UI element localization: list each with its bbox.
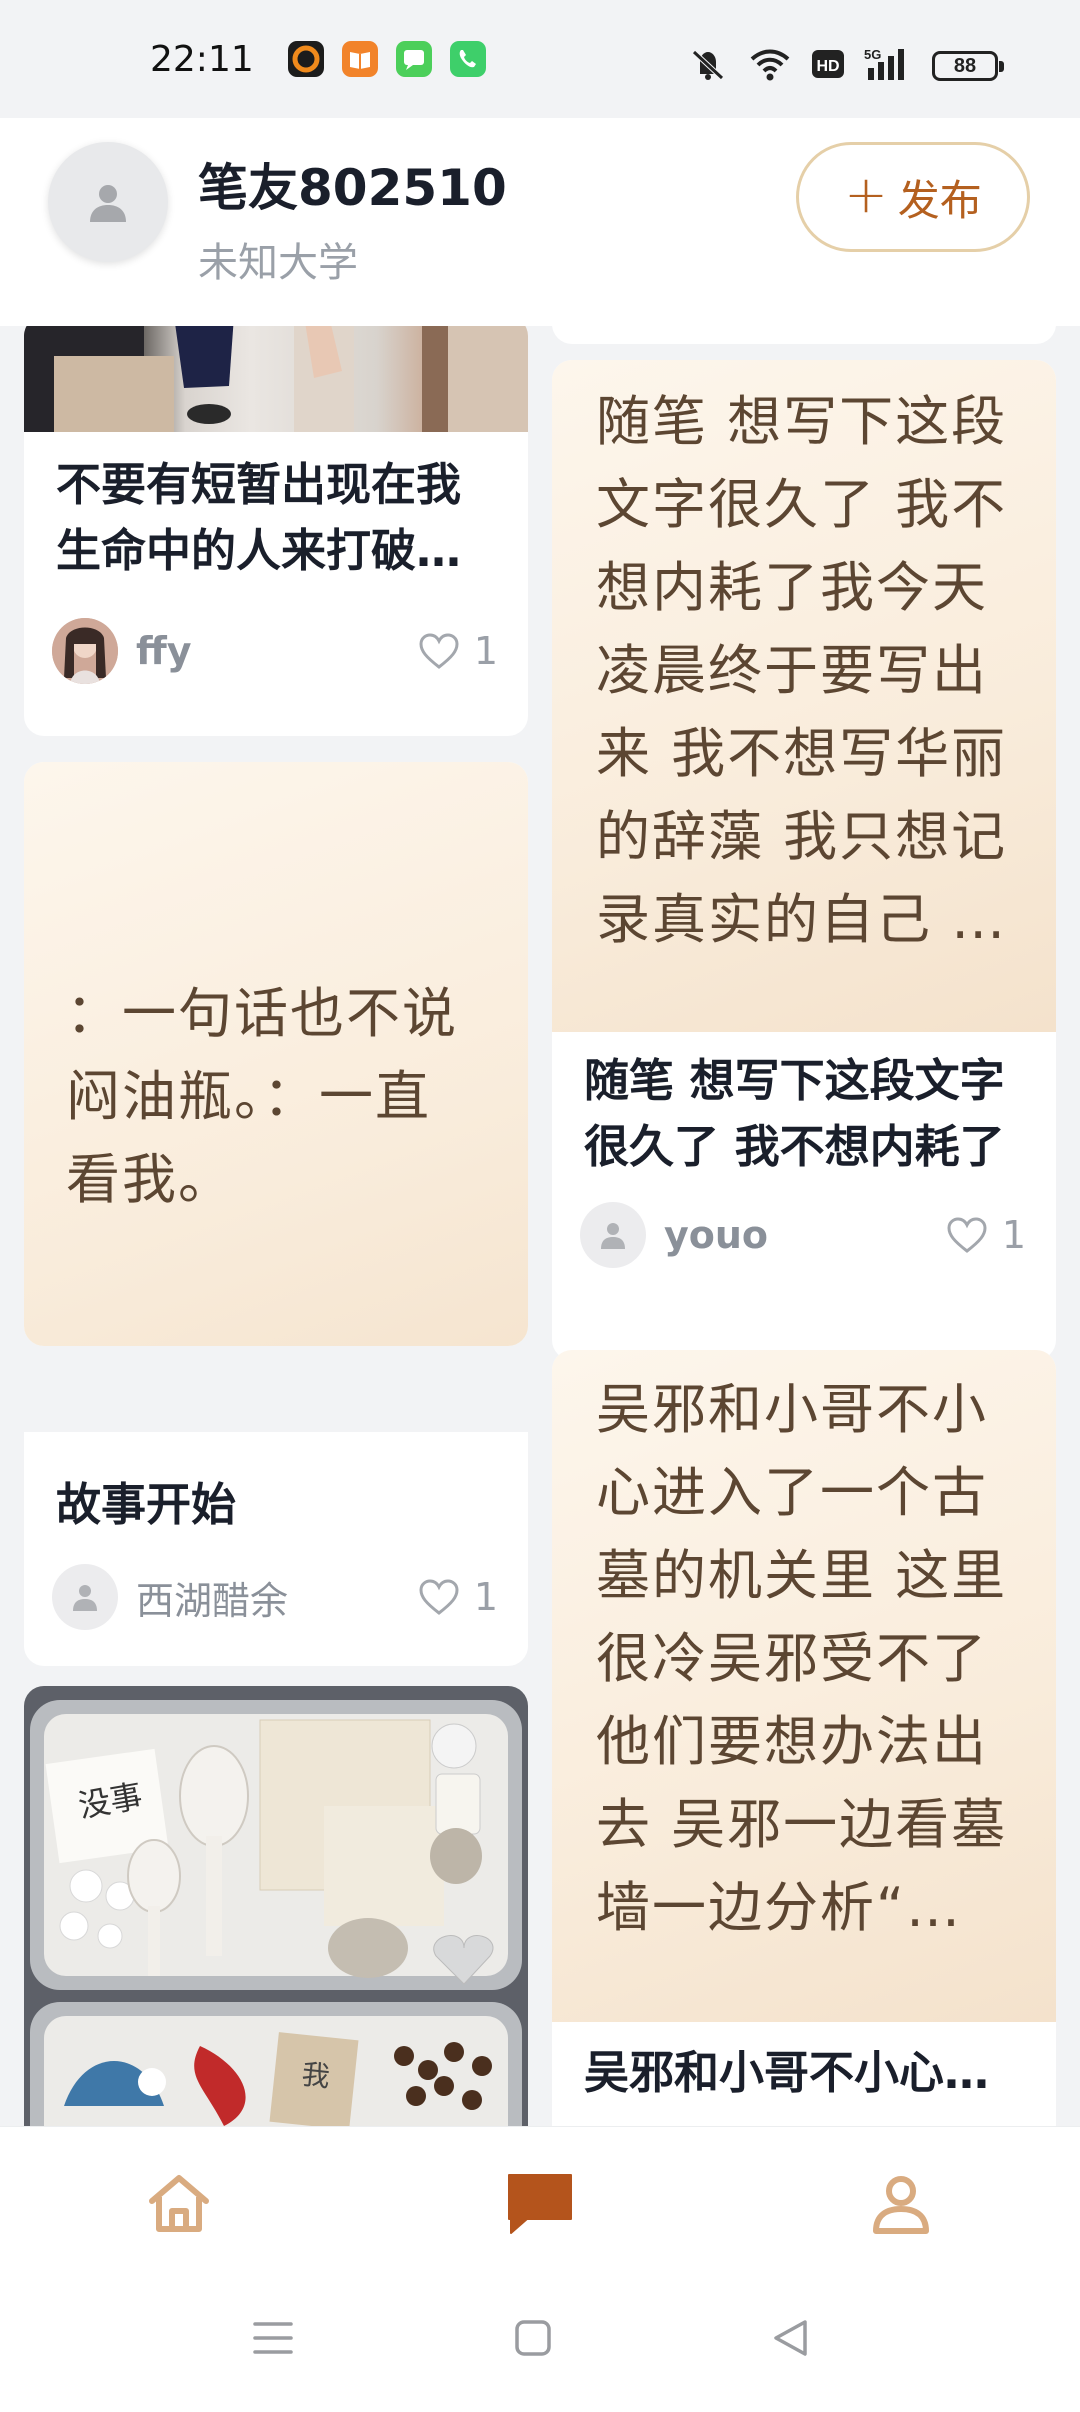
person-icon xyxy=(90,185,126,222)
heart-icon xyxy=(419,1579,459,1615)
post-cover-text: 随笔 想写下这段文字很久了 我不想内耗了我今天凌晨终于要写出来 我不想写华丽的辞… xyxy=(552,360,1056,1032)
5g-signal-icon: 5G xyxy=(864,46,914,86)
heart-icon xyxy=(419,633,459,669)
like-button[interactable]: 1 xyxy=(418,1575,498,1619)
system-icons: HD 5G 88 xyxy=(686,46,1004,86)
author-avatar[interactable] xyxy=(52,1564,118,1630)
like-count: 1 xyxy=(473,1575,498,1619)
post-cover-text: ：一句话也不说 闷油瓶。：一直看我。 xyxy=(24,762,528,1346)
post-title: 不要有短暂出现在我生命中的人来打破我的平静 xyxy=(56,458,462,577)
hd-icon: HD xyxy=(810,46,846,86)
system-nav-bar xyxy=(0,2276,1080,2412)
post-card[interactable]: 吴邪和小哥不小心进入了一个古墓的机关里 这里很冷吴邪受不了他们要想办法出去 吴邪… xyxy=(552,1350,1056,2126)
author-avatar[interactable] xyxy=(580,1202,646,1268)
home-button[interactable] xyxy=(514,2318,552,2358)
post-title: 吴邪和小哥不小心进入了一个古墓的机关里 xyxy=(584,2046,990,2099)
like-button[interactable]: 1 xyxy=(418,629,498,673)
post-meta: youo 1 xyxy=(580,1200,1026,1270)
photo-tag-text: 我 xyxy=(300,2057,332,2094)
avatar[interactable] xyxy=(48,142,168,262)
battery-icon: 88 xyxy=(932,51,1004,81)
post-cover-image xyxy=(24,326,528,432)
music-app-icon xyxy=(287,41,324,77)
phone-app-icon xyxy=(449,41,486,77)
menu-icon xyxy=(253,2322,293,2354)
back-button[interactable] xyxy=(770,2318,810,2358)
mute-icon xyxy=(686,46,730,86)
svg-text:5G: 5G xyxy=(864,47,881,62)
home-icon xyxy=(149,2175,209,2232)
books-app-icon xyxy=(341,41,378,77)
post-title: 随笔 想写下这段文字很久了 我不想内耗了 xyxy=(584,1054,1005,1173)
page-subtitle: 未知大学 xyxy=(198,240,358,286)
post-card[interactable] xyxy=(552,326,1056,344)
nav-messages[interactable] xyxy=(505,2169,575,2239)
heart-icon xyxy=(947,1217,987,1253)
bottom-nav xyxy=(0,2126,1080,2276)
svg-text:HD: HD xyxy=(816,58,839,75)
back-icon xyxy=(774,2320,807,2356)
status-bar: 22:11 HD 5G 88 xyxy=(0,0,1080,118)
author-name[interactable]: youo xyxy=(664,1213,946,1257)
author-name[interactable]: 西湖醋余 xyxy=(136,1570,418,1625)
post-title: 故事开始 xyxy=(56,1478,237,1531)
post-card[interactable]: ：一句话也不说 闷油瓶。：一直看我。 xyxy=(24,762,528,1346)
author-name[interactable]: ffy xyxy=(136,629,418,673)
home-square-icon xyxy=(515,2320,551,2356)
profile-icon xyxy=(873,2176,929,2234)
wifi-icon xyxy=(748,46,792,86)
post-cover-image: 没事 我 xyxy=(24,1686,528,2126)
post-feed[interactable]: 不要有短暂出现在我生命中的人来打破我的平静 ffy 1 ：一句话也不说 闷油瓶。… xyxy=(0,326,1080,2126)
plus-icon: + xyxy=(844,165,888,225)
post-cover-text: 吴邪和小哥不小心进入了一个古墓的机关里 这里很冷吴邪受不了他们要想办法出去 吴邪… xyxy=(552,1350,1056,2022)
publish-button[interactable]: + 发布 xyxy=(796,142,1030,252)
messages-app-icon xyxy=(395,41,432,77)
status-time: 22:11 xyxy=(150,38,254,80)
nav-profile[interactable] xyxy=(866,2169,936,2239)
like-count: 1 xyxy=(1001,1213,1026,1257)
like-button[interactable]: 1 xyxy=(946,1213,1026,1257)
page-title: 笔友802510 xyxy=(198,159,507,217)
profile-header: 笔友802510 未知大学 + 发布 xyxy=(0,118,1080,326)
post-card[interactable]: 不要有短暂出现在我生命中的人来打破我的平静 ffy 1 xyxy=(24,326,528,736)
author-avatar[interactable] xyxy=(52,618,118,684)
post-meta: ffy 1 xyxy=(52,616,498,686)
notification-icons xyxy=(287,41,486,77)
nav-home[interactable] xyxy=(144,2169,214,2239)
post-meta: 西湖醋余 1 xyxy=(52,1562,498,1632)
publish-label: 发布 xyxy=(897,175,982,225)
person-icon xyxy=(601,1223,625,1249)
like-count: 1 xyxy=(473,629,498,673)
post-card[interactable]: 随笔 想写下这段文字很久了 我不想内耗了我今天凌晨终于要写出来 我不想写华丽的辞… xyxy=(552,360,1056,1360)
post-card-footer[interactable]: 故事开始 西湖醋余 1 xyxy=(24,1432,528,1666)
chat-icon xyxy=(508,2174,572,2234)
person-icon xyxy=(73,1585,97,1611)
menu-button[interactable] xyxy=(252,2318,294,2358)
post-card[interactable]: 没事 我 xyxy=(24,1686,528,2126)
